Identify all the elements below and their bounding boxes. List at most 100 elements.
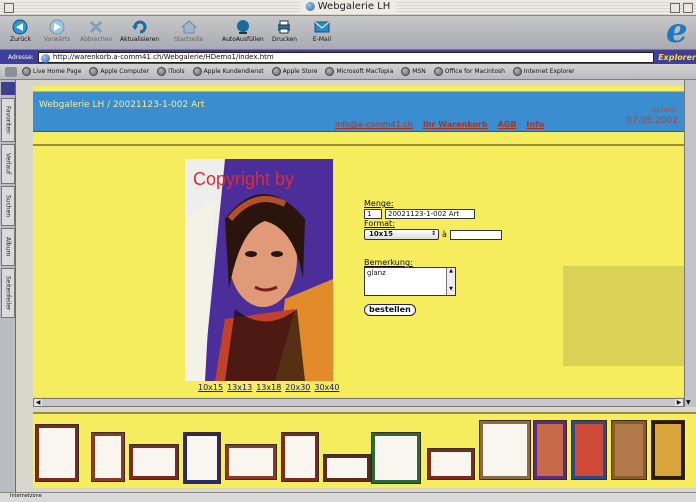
thumbnail[interactable]	[611, 420, 647, 480]
vertical-scrollbar[interactable]: ▼	[684, 80, 696, 407]
favorite-link[interactable]: Office for Macintosh	[433, 67, 505, 76]
scroll-right-icon[interactable]: ▶	[675, 399, 683, 406]
zoom-box[interactable]	[670, 3, 680, 13]
size-link[interactable]: 10x15	[198, 383, 223, 392]
thumbnail[interactable]	[183, 432, 221, 484]
horizontal-scrollbar[interactable]: ◀ ▶	[33, 398, 684, 407]
forward-button[interactable]: Vorwärts	[44, 18, 70, 43]
bemerkung-label: Bemerkung:	[364, 258, 413, 267]
thumbnail[interactable]	[571, 420, 607, 480]
thumbnail[interactable]	[323, 454, 371, 482]
thumbnail[interactable]	[427, 448, 475, 480]
tab-suchen[interactable]: Suchen	[1, 186, 15, 226]
date-label: 07.05.2002	[626, 116, 678, 126]
url-field[interactable]: http://warenkorb.a-comm41.ch/Webgalerie/…	[37, 51, 655, 63]
header-nav: info@a-comm41.ch Ihr Warenkorb AGB Info	[335, 120, 544, 129]
explorer-brand: Explorer	[658, 52, 696, 62]
favorite-link[interactable]: Internet Explorer	[512, 67, 575, 76]
page-globe-icon	[40, 53, 50, 63]
format-label: Format:	[364, 219, 395, 228]
stop-button[interactable]: Abbrechen	[80, 18, 112, 43]
tab-favoriten[interactable]: Favoriten	[1, 98, 15, 142]
refresh-button[interactable]: Aktualisieren	[120, 18, 159, 43]
stop-x-icon	[86, 18, 106, 35]
close-box[interactable]	[4, 3, 14, 13]
collapse-box[interactable]	[683, 3, 693, 13]
explorer-sidebar: Favoriten Verlauf Suchen Album Seitenfei…	[0, 80, 16, 494]
favorite-link[interactable]: Apple Store	[271, 67, 317, 76]
page-header: Webgalerie LH / 20021123-1-002 Art info@…	[33, 91, 684, 132]
scroll-left-icon[interactable]: ◀	[34, 399, 42, 406]
tab-album[interactable]: Album	[1, 228, 15, 266]
price-prefix: à	[442, 230, 447, 239]
favorite-link[interactable]: MSN	[401, 67, 426, 76]
sidebar-toggle[interactable]	[1, 82, 15, 95]
favorite-globe-icon	[433, 67, 443, 76]
thumbnail[interactable]	[35, 424, 79, 482]
printer-icon	[274, 18, 294, 35]
date-caption: Aktuell	[651, 106, 676, 114]
favorite-link[interactable]: iTools	[157, 67, 185, 76]
autofill-button[interactable]: AutoAusfüllen	[222, 18, 264, 43]
size-link[interactable]: 30x40	[314, 383, 339, 392]
header-divider	[33, 144, 684, 146]
page-content: Webgalerie LH / 20021123-1-002 Art info@…	[33, 86, 684, 397]
art-number-input[interactable]: 20021123-1-002 Art	[385, 209, 475, 219]
back-button[interactable]: Zurück	[10, 18, 31, 43]
order-button[interactable]: bestellen	[364, 304, 416, 316]
favorite-globe-icon	[192, 67, 202, 76]
agb-link[interactable]: AGB	[498, 120, 517, 129]
status-text: Internetzone	[10, 493, 42, 499]
favorite-link[interactable]: Apple Kundendienst	[192, 67, 264, 76]
favorite-globe-icon	[89, 67, 99, 76]
address-bar: Adresse: http://warenkorb.a-comm41.ch/We…	[0, 50, 696, 64]
home-button[interactable]: Startseite	[174, 18, 203, 43]
info-link[interactable]: Info	[526, 120, 544, 129]
email-link[interactable]: info@a-comm41.ch	[335, 120, 413, 129]
globe-icon	[305, 2, 315, 11]
back-arrow-icon	[10, 18, 30, 35]
quantity-input[interactable]: 1	[364, 209, 382, 219]
price-field[interactable]	[449, 229, 502, 240]
copyright-watermark: Copyright by	[193, 169, 295, 189]
thumbnail[interactable]	[225, 444, 277, 480]
window-title-bar[interactable]: Webgalerie LH	[0, 0, 696, 16]
favorite-globe-icon	[157, 67, 167, 76]
thumbnail[interactable]	[533, 420, 567, 480]
thumbnail[interactable]	[479, 420, 531, 480]
favorite-globe-icon	[325, 67, 335, 76]
mail-icon	[312, 18, 332, 35]
cart-link[interactable]: Ihr Warenkorb	[423, 120, 488, 129]
size-link[interactable]: 13x18	[256, 383, 281, 392]
format-select[interactable]: 10x15 ⇕	[364, 229, 439, 240]
window-title: Webgalerie LH	[299, 1, 397, 12]
refresh-icon	[130, 18, 150, 35]
menge-label: Menge:	[364, 199, 394, 208]
size-link[interactable]: 13x13	[227, 383, 252, 392]
portrait-image	[185, 159, 333, 381]
size-link[interactable]: 20x30	[285, 383, 310, 392]
email-button[interactable]: E-Mail	[312, 18, 332, 43]
favorite-globe-icon	[512, 67, 522, 76]
scroll-down-icon[interactable]: ▼	[686, 399, 691, 406]
thumbnail[interactable]	[371, 432, 421, 484]
thumbnail[interactable]	[91, 432, 125, 482]
favorite-link[interactable]: Live Home Page	[22, 67, 81, 76]
print-button[interactable]: Drucken	[272, 18, 297, 43]
product-photo[interactable]: Copyright by	[185, 159, 333, 381]
remark-textarea[interactable]: glanz ▲ ▼	[364, 267, 456, 296]
textarea-scrollbar[interactable]: ▲ ▼	[446, 268, 455, 295]
favorite-globe-icon	[271, 67, 281, 76]
tab-seitenfeiler[interactable]: Seitenfeiler	[1, 268, 15, 318]
select-arrows-icon: ⇕	[430, 230, 436, 237]
background-bleed	[563, 266, 684, 366]
favorite-link[interactable]: Microsoft MacTopia	[325, 67, 393, 76]
thumbnail[interactable]	[129, 444, 179, 480]
favorite-globe-icon	[401, 67, 411, 76]
tab-verlauf[interactable]: Verlauf	[1, 144, 15, 184]
favorites-toggle[interactable]	[5, 67, 17, 77]
thumbnail[interactable]	[651, 420, 685, 480]
thumbnail-strip	[33, 412, 696, 488]
favorite-link[interactable]: Apple Computer	[89, 67, 149, 76]
thumbnail[interactable]	[281, 432, 319, 482]
